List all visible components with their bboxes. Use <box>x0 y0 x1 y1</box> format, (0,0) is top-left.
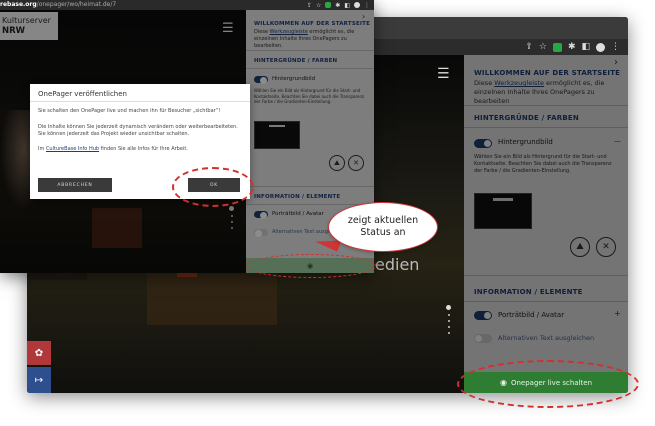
slide-dot[interactable] <box>447 332 450 334</box>
logout-icon[interactable]: ↦ <box>27 367 51 393</box>
werkzeugleiste-link[interactable]: Werkzeugleiste <box>494 79 544 87</box>
star-icon[interactable]: ☆ <box>539 42 547 52</box>
star-icon[interactable]: ☆ <box>316 2 321 9</box>
front-address-bar: rebase.org/onepager/wo/heimat.de/7 ⇪ ☆ ✱… <box>0 0 374 10</box>
divider <box>464 275 628 276</box>
front-url-text[interactable]: rebase.org/onepager/wo/heimat.de/7 <box>0 1 116 8</box>
more-icon[interactable]: ⋮ <box>611 42 620 52</box>
slide-dot[interactable] <box>447 326 450 328</box>
background-image-toggle[interactable] <box>474 139 492 148</box>
slide-dots <box>446 305 451 334</box>
front-toolbar-icons: ⇪ ☆ ✱ ◧ ⋮ <box>307 0 370 10</box>
remove-image-icon[interactable]: ✕ <box>596 237 616 257</box>
back-editor-sidebar: › WILLKOMMEN AUF DER STARTSEITE Diese We… <box>464 55 628 393</box>
live-button-highlight-ellipse <box>457 360 639 408</box>
dialog-paragraph-2: Die Inhalte können Sie jederzeit dynamis… <box>38 124 238 137</box>
divider <box>464 105 628 106</box>
back-left-action-bar: ✿ ↦ <box>27 341 51 393</box>
dialog-divider <box>30 101 250 102</box>
background-help-text: Wählen Sie ein Bild als Hintergrund für … <box>474 154 612 174</box>
alt-text-toggle-label: Alternativen Text ausgleichen <box>498 334 595 342</box>
sidebar-icon[interactable]: ◧ <box>581 42 590 52</box>
dialog-paragraph-3: Im CultureBase Info Hub finden Sie alle … <box>38 146 188 152</box>
sidebar-icon[interactable]: ◧ <box>344 2 350 9</box>
sidebar-chevron-icon[interactable]: › <box>614 57 618 68</box>
dialog-title: OnePager veröffentlichen <box>38 90 127 98</box>
divider <box>464 301 628 302</box>
slide-dot[interactable] <box>447 314 450 316</box>
portrait-toggle[interactable] <box>474 311 492 320</box>
puzzle-icon[interactable]: ✱ <box>568 42 576 52</box>
puzzle-icon[interactable]: ✱ <box>335 2 340 9</box>
divider <box>464 127 628 128</box>
slide-dot-active[interactable] <box>446 305 451 310</box>
slide-dot[interactable] <box>447 320 450 322</box>
section-backgrounds-title: HINTERGRÜNDE / FARBEN <box>474 114 579 122</box>
expand-icon[interactable]: + <box>614 310 621 318</box>
share-icon[interactable]: ⇪ <box>525 42 533 52</box>
ok-highlight-ellipse <box>172 167 254 207</box>
profile-avatar[interactable] <box>354 2 360 8</box>
image-picker-icon[interactable]: ⛰ <box>570 237 590 257</box>
more-icon[interactable]: ⋮ <box>364 2 370 9</box>
welcome-text: Diese Werkzeugleiste ermöglicht es, die … <box>474 79 605 105</box>
cancel-button[interactable]: ABBRECHEN <box>38 178 112 192</box>
front-live-highlight-ellipse <box>246 254 376 278</box>
overlay-heading-text: edien <box>375 255 420 274</box>
section-info-title: INFORMATION / ELEMENTE <box>474 288 583 296</box>
info-hub-link[interactable]: CultureBase Info Hub <box>46 146 99 152</box>
back-toolbar-icons: ⇪ ☆ ✱ ◧ ⋮ <box>525 39 620 55</box>
background-toggle-label: Hintergrundbild <box>498 138 553 146</box>
dialog-paragraph-1: Sie schalten den OnePager live und mache… <box>38 108 221 114</box>
welcome-title: WILLKOMMEN AUF DER STARTSEITE <box>474 69 621 77</box>
status-annotation-callout: zeigt aktuellen Status an <box>328 202 438 252</box>
settings-gear-icon[interactable]: ✿ <box>27 341 51 365</box>
hamburger-menu-icon[interactable]: ☰ <box>437 67 450 81</box>
thumbnail-light <box>493 198 513 201</box>
callout-line-1: zeigt aktuellen <box>347 215 419 226</box>
alt-text-toggle[interactable] <box>474 334 492 343</box>
portrait-toggle-label: Porträtbild / Avatar <box>498 311 565 319</box>
extension-icon[interactable] <box>325 2 332 8</box>
collapse-icon[interactable]: — <box>614 137 621 145</box>
background-thumbnail[interactable] <box>474 193 532 229</box>
share-icon[interactable]: ⇪ <box>307 2 312 9</box>
callout-line-2: Status an <box>360 227 406 238</box>
profile-avatar[interactable] <box>596 42 605 52</box>
extension-icon[interactable] <box>552 42 562 52</box>
